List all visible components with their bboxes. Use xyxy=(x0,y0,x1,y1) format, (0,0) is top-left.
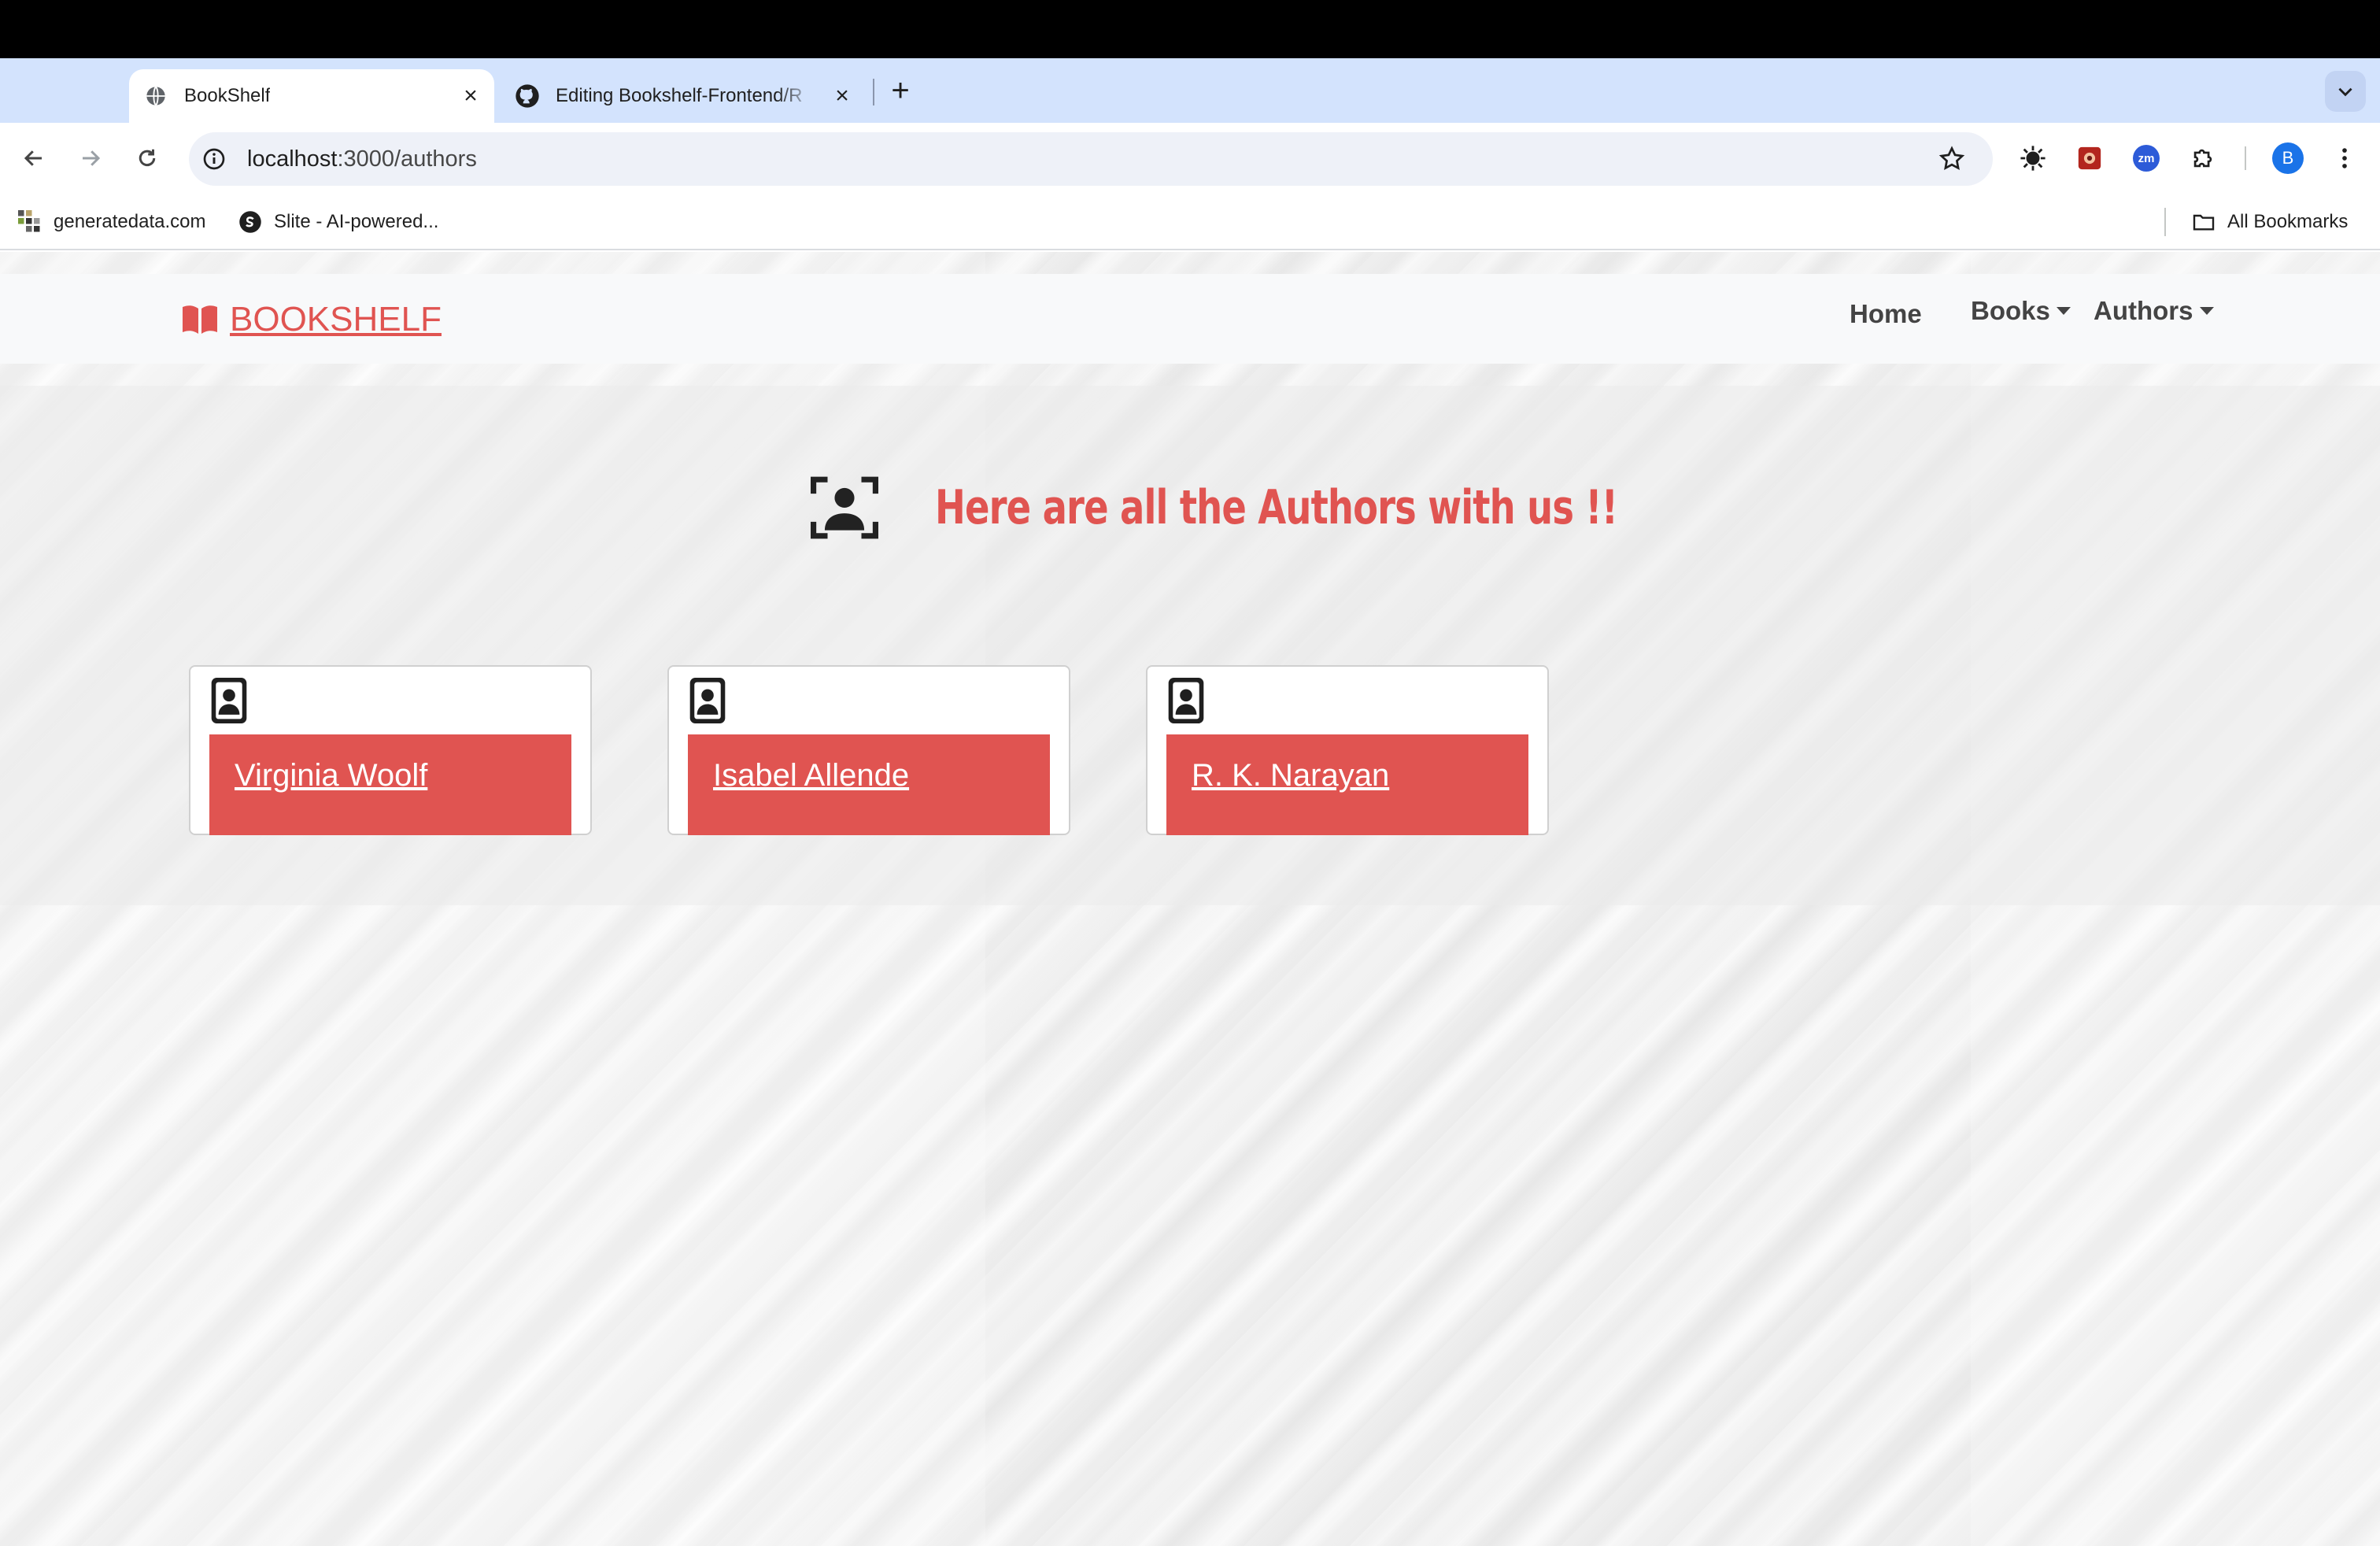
generatedata-icon xyxy=(17,209,42,235)
all-bookmarks-label: All Bookmarks xyxy=(2227,211,2349,232)
tab-strip: BookShelf × Editing Bookshelf-Frontend/R… xyxy=(0,58,2380,123)
caret-down-icon xyxy=(2056,307,2071,315)
close-tab-icon[interactable]: × xyxy=(830,83,855,109)
globe-icon xyxy=(143,83,168,109)
profile-avatar[interactable]: B xyxy=(2270,140,2306,176)
nav-authors-dropdown[interactable]: Authors xyxy=(2094,296,2214,326)
tab-title: Editing Bookshelf-Frontend/R xyxy=(556,85,803,106)
brand-link[interactable]: BOOKSHELF xyxy=(181,298,442,342)
bookmark-label: generatedata.com xyxy=(54,211,206,232)
chevron-down-icon xyxy=(2338,87,2352,97)
all-bookmarks-button[interactable]: All Bookmarks xyxy=(2191,206,2348,238)
tab-github-editing[interactable]: Editing Bookshelf-Frontend/R × xyxy=(501,69,866,123)
tab-search-button[interactable] xyxy=(2325,71,2366,112)
extension-zoom-icon[interactable]: zm xyxy=(2128,140,2164,176)
author-card[interactable]: Virginia Woolf xyxy=(189,665,592,835)
page-heading: Here are all the Authors with us !! xyxy=(811,464,1728,551)
caret-down-icon xyxy=(2199,307,2214,315)
site-info-icon[interactable] xyxy=(201,146,227,176)
author-card-banner: R. K. Narayan xyxy=(1166,734,1528,835)
user-scan-icon xyxy=(811,476,878,539)
bookmark-generatedata[interactable]: generatedata.com xyxy=(17,206,205,238)
author-card-banner: Isabel Allende xyxy=(688,734,1050,835)
author-name-link[interactable]: R. K. Narayan xyxy=(1192,758,1389,793)
github-icon xyxy=(515,83,540,109)
close-tab-icon[interactable]: × xyxy=(458,83,483,109)
author-card-banner: Virginia Woolf xyxy=(209,734,571,835)
url-path: :3000/authors xyxy=(337,146,477,172)
url-text[interactable]: localhost:3000/authors xyxy=(247,146,477,172)
extension-sun-icon[interactable] xyxy=(2015,140,2051,176)
folder-icon xyxy=(2191,209,2216,235)
book-open-icon xyxy=(181,304,219,335)
back-button[interactable] xyxy=(16,140,52,176)
author-portrait-icon xyxy=(211,678,247,723)
new-tab-button[interactable]: + xyxy=(885,75,916,107)
author-card[interactable]: Isabel Allende xyxy=(667,665,1070,835)
author-name-link[interactable]: Isabel Allende xyxy=(713,758,909,793)
arrow-right-icon xyxy=(83,150,101,166)
tab-divider xyxy=(873,79,874,105)
screen-top-bar xyxy=(0,0,2380,58)
bookmarks-bar: generatedata.com Slite - AI-powered... A… xyxy=(0,194,2380,250)
extensions-puzzle-icon[interactable] xyxy=(2185,140,2221,176)
reload-icon xyxy=(139,149,156,167)
arrow-left-icon xyxy=(24,150,42,166)
author-card[interactable]: R. K. Narayan xyxy=(1146,665,1549,835)
nav-books-dropdown[interactable]: Books xyxy=(1971,296,2071,326)
tab-title: BookShelf xyxy=(184,85,271,106)
author-portrait-icon xyxy=(1168,678,1204,723)
more-menu-icon[interactable] xyxy=(2326,140,2363,176)
bookmark-slite[interactable]: Slite - AI-powered... xyxy=(238,206,438,238)
slite-icon xyxy=(238,209,263,235)
bookmark-label: Slite - AI-powered... xyxy=(274,211,439,232)
reload-button[interactable] xyxy=(129,140,165,176)
bookmarks-divider xyxy=(2164,208,2166,236)
bookmark-star-icon[interactable] xyxy=(1938,145,1966,177)
heading-text: Here are all the Authors with us !! xyxy=(935,480,1618,535)
author-portrait-icon xyxy=(689,678,726,723)
tab-bookshelf[interactable]: BookShelf × xyxy=(129,69,494,123)
extension-red-icon[interactable] xyxy=(2071,140,2108,176)
forward-button[interactable] xyxy=(72,140,109,176)
toolbar-divider xyxy=(2245,146,2246,170)
brand-text: BOOKSHELF xyxy=(230,300,442,338)
nav-home-link[interactable]: Home xyxy=(1850,299,1922,329)
author-name-link[interactable]: Virginia Woolf xyxy=(235,758,427,793)
url-host: localhost xyxy=(247,146,338,172)
